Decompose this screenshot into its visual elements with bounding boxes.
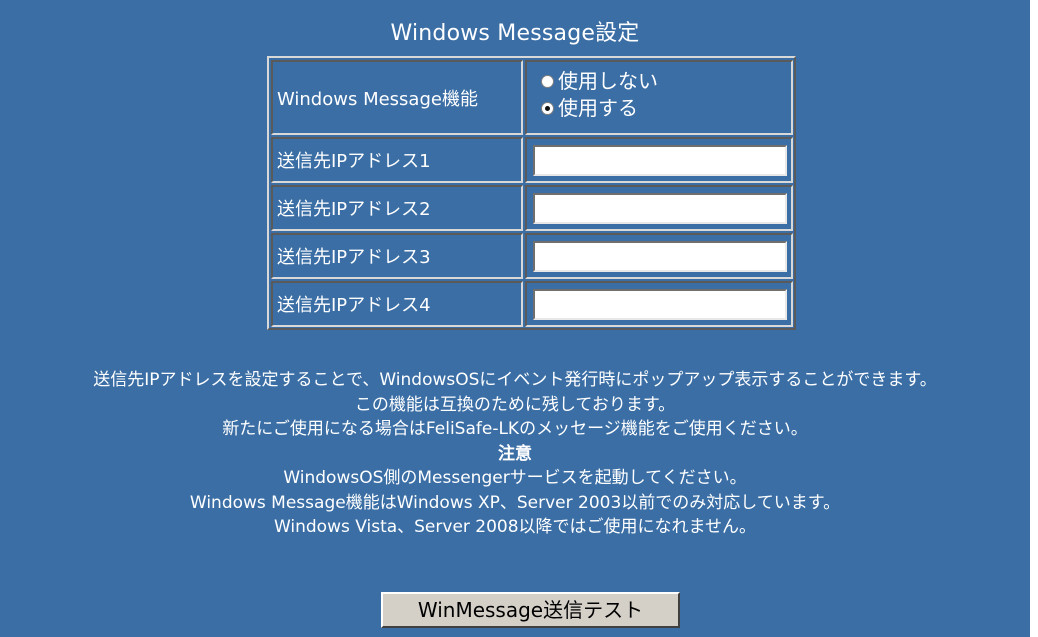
note-line-2: Windows Message機能はWindows XP、Server 2003… <box>189 492 841 513</box>
page-title: Windows Message設定 <box>390 21 640 46</box>
note-line-3: Windows Vista、Server 2008以降ではご使用になれません。 <box>273 517 757 537</box>
destination-ip-input-2[interactable] <box>533 193 787 224</box>
destination-ip-label-4: 送信先IPアドレス4 <box>271 281 523 327</box>
destination-ip-cell-1 <box>525 137 793 183</box>
radio-option-disabled[interactable]: 使用しない <box>541 68 658 95</box>
settings-table: Windows Message機能 使用しない 使用する 送信先IPアドレス1 … <box>267 56 796 330</box>
radio-disabled-label[interactable]: 使用しない <box>558 69 658 94</box>
destination-ip-cell-3 <box>525 233 793 279</box>
note-title: 注意 <box>498 443 532 464</box>
note-line-1: WindowsOS側のMessengerサービスを起動してください。 <box>283 468 747 488</box>
windows-message-function-label: Windows Message機能 <box>271 60 523 135</box>
info-line-1: 送信先IPアドレスを設定することで、WindowsOSにイベント発行時にポップア… <box>93 370 937 390</box>
destination-ip-label-2: 送信先IPアドレス2 <box>271 185 523 231</box>
radio-enabled-label[interactable]: 使用する <box>558 96 638 121</box>
windows-message-settings-panel: Windows Message設定 Windows Message機能 使用しな… <box>0 0 1030 637</box>
destination-ip-input-1[interactable] <box>533 145 787 176</box>
windows-message-function-options: 使用しない 使用する <box>525 60 793 135</box>
destination-ip-input-3[interactable] <box>533 241 787 272</box>
information-text: 送信先IPアドレスを設定することで、WindowsOSにイベント発行時にポップア… <box>0 368 1030 540</box>
radio-option-enabled[interactable]: 使用する <box>541 95 658 122</box>
winmessage-send-test-button[interactable]: WinMessage送信テスト <box>381 592 680 628</box>
destination-ip-cell-2 <box>525 185 793 231</box>
destination-ip-cell-4 <box>525 281 793 327</box>
info-line-2: この機能は互換のために残しております。 <box>354 394 676 415</box>
radio-enabled-icon[interactable] <box>541 102 554 115</box>
destination-ip-label-3: 送信先IPアドレス3 <box>271 233 523 279</box>
radio-disabled-icon[interactable] <box>541 75 554 88</box>
windows-message-radio-group: 使用しない 使用する <box>541 68 658 122</box>
info-line-3: 新たにご使用になる場合はFeliSafe-LKのメッセージ機能をご使用ください。 <box>222 419 808 439</box>
destination-ip-input-4[interactable] <box>533 289 787 320</box>
destination-ip-label-1: 送信先IPアドレス1 <box>271 137 523 183</box>
